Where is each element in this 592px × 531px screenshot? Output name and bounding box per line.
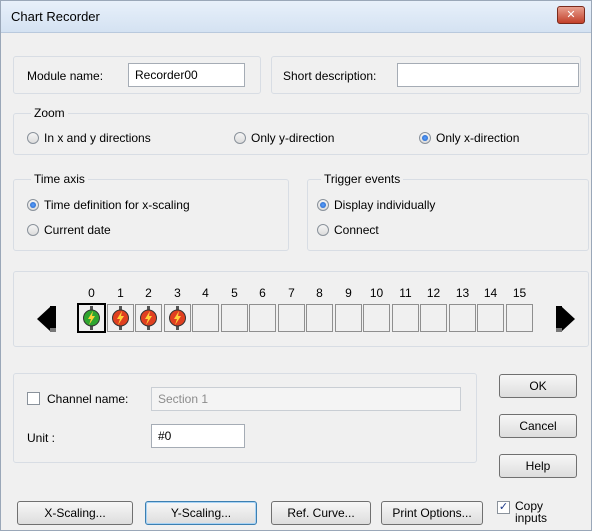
time-axis-group-title: Time axis [31,172,88,186]
zoom-group-title: Zoom [31,106,68,120]
channel-slot[interactable] [135,304,162,332]
channel-name-checkbox[interactable] [27,392,40,405]
zoom-x-label: Only x-direction [436,131,520,145]
ok-button[interactable]: OK [499,374,577,398]
svg-text:+: + [556,311,561,320]
channel-number: 0 [88,286,95,300]
chart-recorder-dialog: Chart Recorder ✕ Module name: Recorder00… [0,0,592,531]
title-bar: Chart Recorder ✕ [1,1,591,33]
connect-label: Connect [334,223,379,237]
channel-number: 7 [288,286,295,300]
channel-slot[interactable] [477,304,504,332]
display-individually-radio[interactable]: Display individually [317,198,435,212]
scroll-right-arrow-icon[interactable]: + [555,304,577,334]
channel-slot[interactable] [449,304,476,332]
radio-indicator-selected [27,199,39,211]
channel-slot[interactable] [506,304,533,332]
time-definition-radio[interactable]: Time definition for x-scaling [27,198,190,212]
zoom-x-radio[interactable]: Only x-direction [419,131,519,145]
print-options-button[interactable]: Print Options... [381,501,483,525]
copy-inputs-label-line2: inputs [515,511,548,525]
channel-number: 6 [259,286,266,300]
short-description-label: Short description: [283,69,377,83]
x-scaling-button[interactable]: X-Scaling... [17,501,133,525]
radio-indicator [317,224,329,236]
channel-number: 1 [117,286,124,300]
scroll-left-arrow-icon[interactable] [35,304,57,334]
zoom-y-label: Only y-direction [251,131,335,145]
radio-indicator-selected [419,132,431,144]
trigger-events-group [307,179,589,251]
channel-slot[interactable] [78,304,105,332]
channel-number: 2 [145,286,152,300]
channel-name-label: Channel name: [47,392,129,406]
channel-number: 14 [483,286,498,300]
close-button[interactable]: ✕ [557,6,585,24]
channel-active-icon [140,306,157,330]
zoom-xy-label: In x and y directions [44,131,151,145]
connect-radio[interactable]: Connect [317,223,379,237]
zoom-xy-radio[interactable]: In x and y directions [27,131,151,145]
channel-name-input[interactable]: Section 1 [151,387,461,411]
channel-number: 15 [512,286,527,300]
channel-number: 4 [202,286,209,300]
ref-curve-button[interactable]: Ref. Curve... [271,501,371,525]
close-icon: ✕ [566,9,576,21]
unit-label: Unit : [27,431,56,445]
channel-active-icon [169,306,186,330]
channel-slot[interactable] [192,304,219,332]
cancel-button[interactable]: Cancel [499,414,577,438]
copy-inputs-checkbox[interactable]: ✓ [497,501,510,514]
checkmark-icon: ✓ [498,501,509,513]
channel-slot[interactable] [335,304,362,332]
channel-number: 5 [231,286,238,300]
channel-number: 12 [426,286,441,300]
module-name-input[interactable]: Recorder00 [128,63,245,87]
channel-slot[interactable] [164,304,191,332]
time-definition-label: Time definition for x-scaling [44,198,190,212]
channel-slot[interactable] [363,304,390,332]
window-title: Chart Recorder [11,9,100,24]
channel-number: 13 [455,286,470,300]
display-individually-label: Display individually [334,198,436,212]
channel-slot[interactable] [392,304,419,332]
channel-number: 10 [369,286,384,300]
current-date-radio[interactable]: Current date [27,223,111,237]
trigger-events-group-title: Trigger events [321,172,404,186]
time-axis-group [13,179,289,251]
help-button[interactable]: Help [499,454,577,478]
channel-slot[interactable] [221,304,248,332]
channel-slot[interactable] [249,304,276,332]
radio-indicator-selected [317,199,329,211]
zoom-y-radio[interactable]: Only y-direction [234,131,334,145]
channel-number: 3 [174,286,181,300]
short-description-input[interactable] [397,63,579,87]
channel-slot[interactable] [306,304,333,332]
channel-active-icon [83,306,100,330]
current-date-label: Current date [44,223,111,237]
channel-number: 9 [345,286,352,300]
channel-number: 11 [399,286,412,300]
radio-indicator [27,224,39,236]
channel-slot[interactable] [420,304,447,332]
channel-active-icon [112,306,129,330]
module-name-label: Module name: [27,69,104,83]
channel-number: 8 [316,286,323,300]
unit-input[interactable]: #0 [151,424,245,448]
channel-slot[interactable] [107,304,134,332]
y-scaling-button[interactable]: Y-Scaling... [145,501,257,525]
radio-indicator [27,132,39,144]
channel-slot[interactable] [278,304,305,332]
radio-indicator [234,132,246,144]
